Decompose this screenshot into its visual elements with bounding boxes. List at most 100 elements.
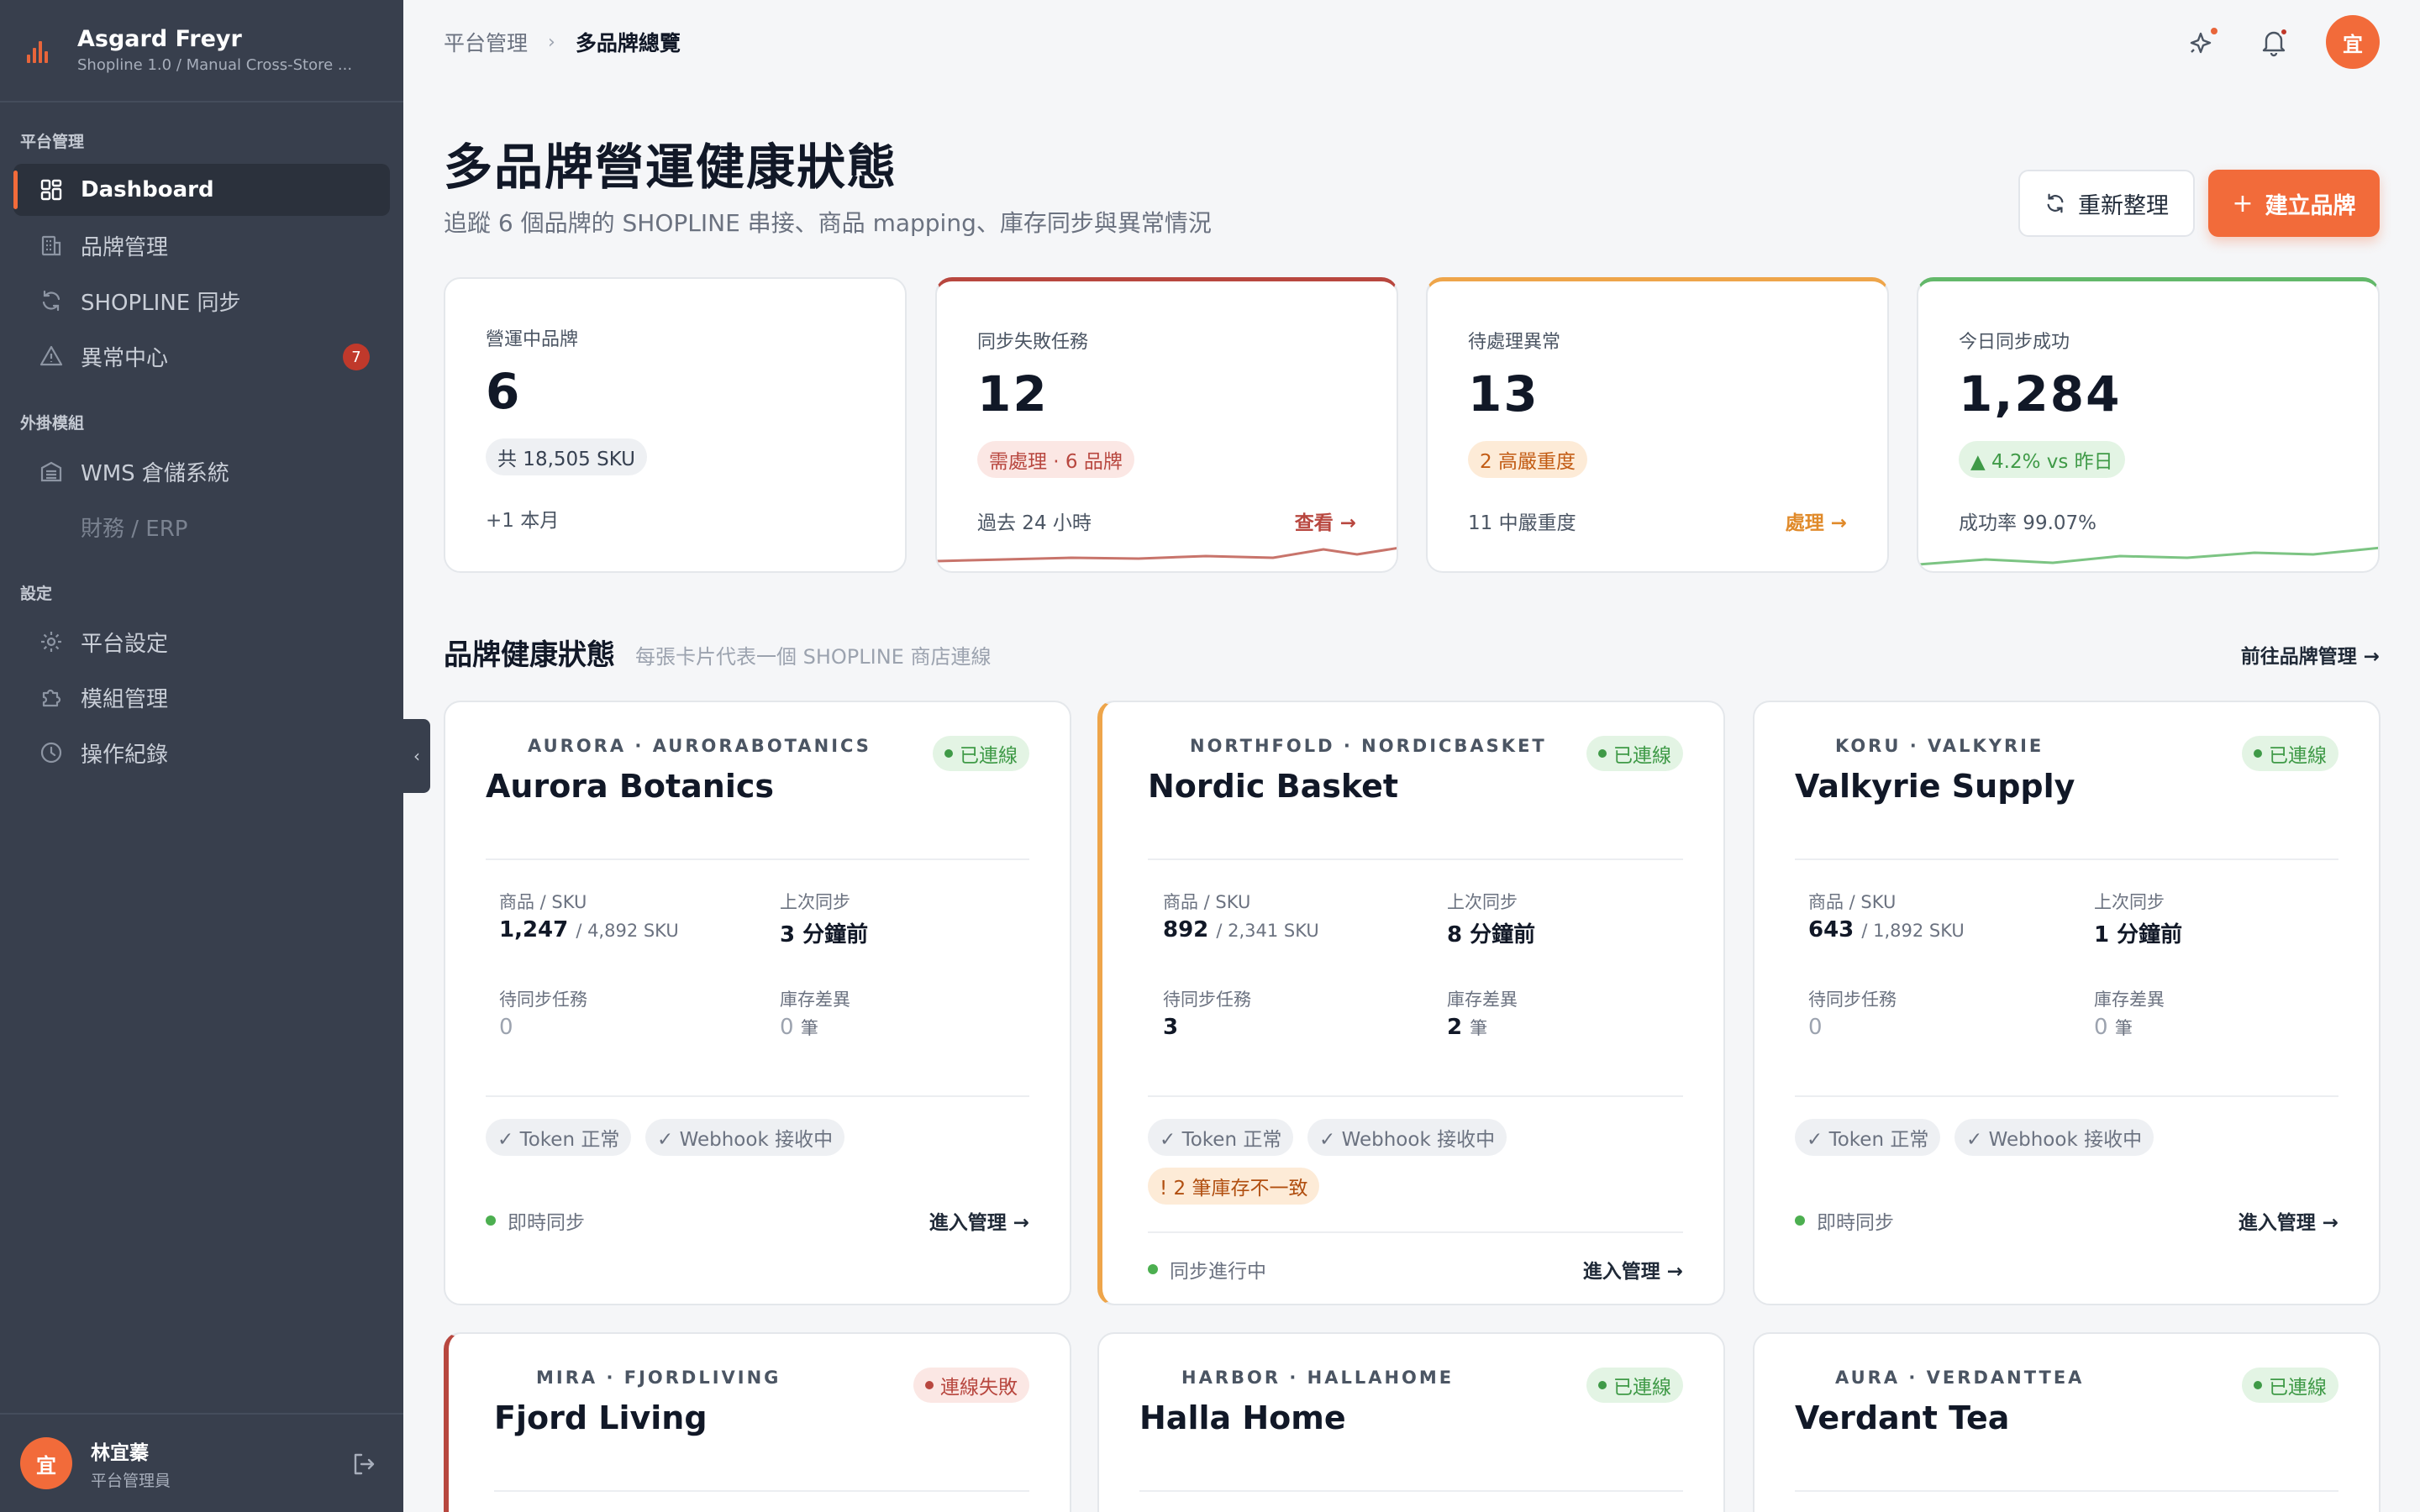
plus-icon: + bbox=[2232, 188, 2254, 218]
user-avatar[interactable]: 宜 bbox=[20, 1437, 72, 1489]
sparkline bbox=[937, 547, 1397, 563]
pending-label: 待同步任務 bbox=[1808, 990, 1897, 1010]
brand-name: Fjord Living bbox=[494, 1399, 708, 1436]
stat-value: 13 bbox=[1468, 365, 1539, 423]
notification-dot bbox=[2279, 27, 2289, 37]
sidebar-item-platform-settings[interactable]: 平台設定 bbox=[13, 616, 390, 668]
stat-card-sync-failures: 同步失敗任務 12 需處理 · 6 品牌 過去 24 小時 查看 → bbox=[935, 277, 1398, 573]
sidebar-item-finance-erp: 財務 / ERP bbox=[13, 501, 390, 553]
brand-meta: AURA · VERDANTTEA bbox=[1835, 1368, 2085, 1388]
pending-value: 0 bbox=[499, 1015, 513, 1040]
webhook-status-chip: ✓ Webhook 接收中 bbox=[1307, 1119, 1507, 1156]
user-avatar[interactable]: 宜 bbox=[2326, 15, 2380, 69]
brand-card[interactable]: NORTHFOLD · NORDICBASKET Nordic Basket 已… bbox=[1097, 701, 1725, 1305]
gear-icon bbox=[39, 629, 64, 654]
sidebar-item-label: SHOPLINE 同步 bbox=[81, 290, 241, 316]
brand-meta: NORTHFOLD · NORDICBASKET bbox=[1190, 736, 1547, 756]
user-name: 林宜蓁 bbox=[91, 1441, 149, 1464]
app-subtitle: Shopline 1.0 / Manual Cross-Store ... bbox=[77, 56, 353, 74]
diff-label: 庫存差異 bbox=[2094, 990, 2165, 1010]
sidebar-item-brands[interactable]: 品牌管理 bbox=[13, 219, 390, 271]
stat-label: 待處理異常 bbox=[1468, 332, 1561, 353]
sidebar-item-label: 品牌管理 bbox=[81, 234, 169, 260]
brand-card[interactable]: HARBOR · HALLAHOME Halla Home 已連線 bbox=[1097, 1332, 1725, 1512]
stat-value: 1,284 bbox=[1959, 365, 2122, 423]
sidebar-item-dashboard[interactable]: Dashboard bbox=[13, 164, 390, 216]
stat-foot: +1 本月 bbox=[486, 510, 560, 532]
brand-name: Nordic Basket bbox=[1148, 768, 1399, 805]
status-badge: 已連線 bbox=[2242, 1368, 2338, 1403]
brand-name: Valkyrie Supply bbox=[1795, 768, 2075, 805]
sidebar-collapse-button[interactable]: ‹ bbox=[403, 719, 430, 793]
sidebar-item-modules[interactable]: 模組管理 bbox=[13, 671, 390, 723]
brand-card[interactable]: MIRA · FJORDLIVING Fjord Living 連線失敗 bbox=[444, 1332, 1071, 1512]
status-dot bbox=[1795, 1215, 1805, 1226]
products-value: 1,247 / 4,892 SKU bbox=[499, 917, 679, 942]
brand-meta: AURORA · AURORABOTANICS bbox=[528, 736, 871, 756]
sidebar-section-title: 外掛模組 bbox=[20, 414, 85, 433]
stat-value: 6 bbox=[486, 363, 522, 420]
enter-management-link[interactable]: 進入管理 → bbox=[2238, 1206, 2338, 1235]
enter-management-link[interactable]: 進入管理 → bbox=[929, 1206, 1029, 1235]
notification-dot bbox=[2208, 25, 2220, 37]
brand-card[interactable]: KORU · VALKYRIE Valkyrie Supply 已連線 商品 /… bbox=[1753, 701, 2381, 1305]
sidebar-header: Asgard Freyr Shopline 1.0 / Manual Cross… bbox=[0, 0, 403, 102]
products-label: 商品 / SKU bbox=[1163, 892, 1251, 912]
sidebar-item-shopline-sync[interactable]: SHOPLINE 同步 bbox=[13, 275, 390, 327]
user-role: 平台管理員 bbox=[91, 1471, 171, 1490]
token-status-chip: ✓ Token 正常 bbox=[1795, 1119, 1941, 1156]
stat-foot: 11 中嚴重度 bbox=[1468, 512, 1576, 534]
sidebar-item-wms[interactable]: WMS 倉儲系統 bbox=[13, 445, 390, 497]
pending-value: 0 bbox=[1808, 1015, 1823, 1040]
brand-card[interactable]: AURORA · AURORABOTANICS Aurora Botanics … bbox=[444, 701, 1071, 1305]
sidebar-item-label: WMS 倉儲系統 bbox=[81, 460, 229, 486]
section-title: 品牌健康狀態 bbox=[444, 638, 615, 672]
sidebar-item-label: 操作紀錄 bbox=[81, 742, 169, 768]
status-badge: 連線失敗 bbox=[913, 1368, 1029, 1403]
brand-card[interactable]: AURA · VERDANTTEA Verdant Tea 已連線 bbox=[1753, 1332, 2381, 1512]
diff-value: 2 筆 bbox=[1447, 1015, 1488, 1040]
stat-pill: 共 18,505 SKU bbox=[486, 438, 647, 475]
last-sync-value: 8 分鐘前 bbox=[1447, 922, 1536, 948]
last-sync-label: 上次同步 bbox=[2094, 892, 2165, 912]
sync-icon bbox=[39, 288, 64, 313]
brand-name: Aurora Botanics bbox=[486, 768, 775, 805]
bell-icon[interactable] bbox=[2255, 24, 2292, 60]
go-to-brand-management-link[interactable]: 前往品牌管理 → bbox=[2241, 640, 2380, 669]
sidebar-item-activity-log[interactable]: 操作紀錄 bbox=[13, 727, 390, 779]
refresh-button[interactable]: 重新整理 bbox=[2018, 170, 2195, 237]
enter-management-link[interactable]: 進入管理 → bbox=[1583, 1255, 1683, 1284]
last-sync-label: 上次同步 bbox=[1447, 892, 1518, 912]
stat-label: 營運中品牌 bbox=[486, 329, 579, 350]
sparkle-icon[interactable] bbox=[2185, 24, 2222, 60]
puzzle-icon bbox=[39, 685, 64, 710]
sidebar-item-label: 財務 / ERP bbox=[81, 516, 188, 542]
sidebar-section-title: 設定 bbox=[20, 585, 53, 603]
sidebar: Asgard Freyr Shopline 1.0 / Manual Cross… bbox=[0, 0, 403, 1512]
brand-meta: HARBOR · HALLAHOME bbox=[1181, 1368, 1455, 1388]
status-dot bbox=[1148, 1264, 1158, 1274]
stat-label: 今日同步成功 bbox=[1959, 332, 2070, 353]
refresh-icon bbox=[2047, 193, 2064, 213]
stat-pill: 2 高嚴重度 bbox=[1468, 441, 1587, 478]
diff-value: 0 筆 bbox=[780, 1015, 818, 1040]
warehouse-icon bbox=[39, 459, 64, 484]
products-label: 商品 / SKU bbox=[1808, 892, 1897, 912]
status-dot bbox=[486, 1215, 496, 1226]
breadcrumb-separator: › bbox=[548, 31, 555, 53]
pending-label: 待同步任務 bbox=[499, 990, 587, 1010]
stat-label: 同步失敗任務 bbox=[977, 332, 1089, 353]
status-badge: 已連線 bbox=[933, 736, 1029, 771]
breadcrumb-parent[interactable]: 平台管理 bbox=[444, 27, 528, 57]
sidebar-item-label: 異常中心 bbox=[81, 345, 169, 371]
status-badge: 已連線 bbox=[2242, 736, 2338, 771]
breadcrumb: 平台管理 › 多品牌總覽 bbox=[444, 27, 681, 57]
logout-icon[interactable] bbox=[350, 1450, 378, 1478]
sidebar-item-exceptions[interactable]: 異常中心 7 bbox=[13, 330, 390, 382]
handle-link[interactable]: 處理 → bbox=[1786, 507, 1847, 535]
create-brand-button[interactable]: + 建立品牌 bbox=[2208, 170, 2380, 237]
refresh-button-label: 重新整理 bbox=[2078, 192, 2169, 219]
diff-label: 庫存差異 bbox=[780, 990, 850, 1010]
brand-meta: KORU · VALKYRIE bbox=[1835, 736, 2044, 756]
stat-value: 12 bbox=[977, 365, 1049, 423]
